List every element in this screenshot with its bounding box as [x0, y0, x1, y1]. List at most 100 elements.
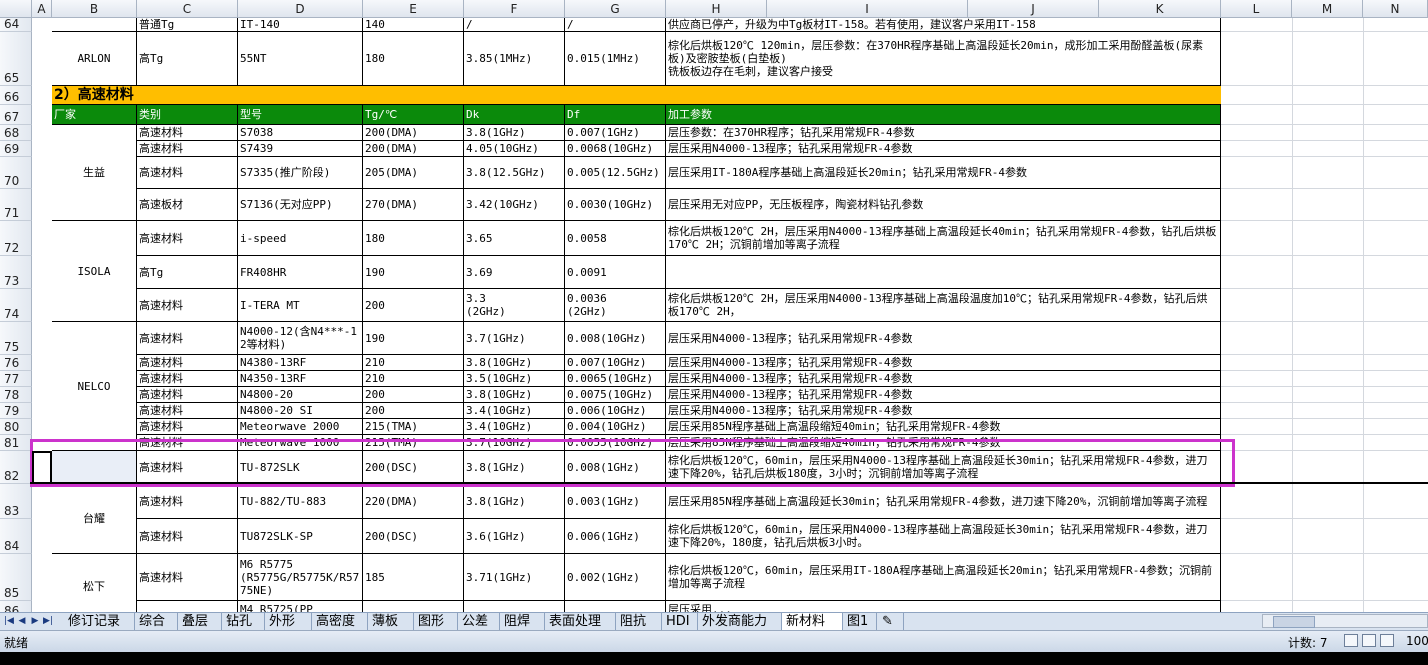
table-cell-tg[interactable]: 200(DMA) [363, 125, 464, 141]
table-cell-type[interactable]: 高Tg [137, 32, 238, 86]
header-cell-type[interactable]: 类别 [137, 105, 238, 125]
tab-nav-first-icon[interactable]: |◀ [3, 614, 15, 628]
table-cell-params[interactable]: 层压采用85N程序基础上高温段延长30min；钻孔采用常规FR-4参数，进刀速下… [666, 484, 1221, 519]
column-header[interactable]: F [464, 0, 565, 18]
table-cell-dk[interactable]: / [464, 18, 565, 32]
table-cell-tg[interactable]: 200 [363, 387, 464, 403]
row-header[interactable]: 78 [0, 387, 32, 403]
table-cell-params[interactable]: 棕化后烘板120℃ 2H，层压采用N4000-13程序基础上高温段延长40min… [666, 221, 1221, 256]
table-cell-model[interactable]: TU872SLK-SP [238, 519, 363, 554]
table-cell-model[interactable]: N4000-12(含N4***-12等材料) [238, 322, 363, 355]
table-cell-type[interactable]: 高速材料 [137, 387, 238, 403]
header-cell-tg[interactable]: Tg/℃ [363, 105, 464, 125]
table-cell-params[interactable]: 棕化后烘板120℃，60min，层压采用IT-180A程序基础上高温段延长20m… [666, 554, 1221, 601]
column-header[interactable]: G [565, 0, 666, 18]
table-cell-tg[interactable] [363, 601, 464, 612]
table-cell-df[interactable]: 0.007(1GHz) [565, 125, 666, 141]
table-cell-dk[interactable]: 3.7(10GHz) [464, 435, 565, 451]
column-header[interactable]: N [1363, 0, 1428, 18]
table-cell-type[interactable]: 高速材料 [137, 451, 238, 484]
table-cell-dk[interactable]: 3.8(10GHz) [464, 387, 565, 403]
sheet-tab[interactable]: 外形 [265, 613, 312, 630]
table-cell-df[interactable] [565, 601, 666, 612]
column-header[interactable]: D [238, 0, 363, 18]
table-cell-params[interactable]: 棕化后烘板120℃，60min，层压采用N4000-13程序基础上高温段延长30… [666, 451, 1221, 484]
sheet-tab[interactable]: 高密度 [312, 613, 368, 630]
table-cell-tg[interactable]: 190 [363, 256, 464, 289]
vendor-cell[interactable]: NELCO [52, 322, 137, 451]
active-cell[interactable] [32, 451, 52, 484]
vendor-cell[interactable]: 台耀 [52, 484, 137, 554]
table-cell-params[interactable]: 层压采用N4000-13程序；钻孔采用常规FR-4参数 [666, 355, 1221, 371]
table-cell-params[interactable]: 层压采用IT-180A程序基础上高温段延长20min；钻孔采用常规FR-4参数 [666, 157, 1221, 189]
table-cell-df[interactable]: 0.0055(10GHz) [565, 435, 666, 451]
sheet-tab[interactable]: 阻焊 [500, 613, 545, 630]
sheet-tab[interactable]: 图1 [843, 613, 877, 630]
table-cell-type[interactable]: 高速材料 [137, 157, 238, 189]
column-header[interactable]: K [1099, 0, 1221, 18]
table-cell-model[interactable]: N4350-13RF [238, 371, 363, 387]
row-header[interactable]: 83 [0, 484, 32, 519]
header-cell-params[interactable]: 加工参数 [666, 105, 1221, 125]
sheet-tab[interactable]: 综合 [135, 613, 178, 630]
table-cell-params[interactable]: 棕化后烘板120℃ 120min，层压参数：在370HR程序基础上高温段延长20… [666, 32, 1221, 86]
table-cell-type[interactable]: 高速材料 [137, 289, 238, 322]
table-cell-df[interactable]: 0.0036 (2GHz) [565, 289, 666, 322]
zoom-level-text[interactable]: 100 [1406, 634, 1428, 648]
row-header[interactable]: 69 [0, 141, 32, 157]
table-cell-model[interactable]: FR408HR [238, 256, 363, 289]
table-cell-type[interactable]: 高速材料 [137, 371, 238, 387]
row-header[interactable]: 80 [0, 419, 32, 435]
row-header[interactable]: 73 [0, 256, 32, 289]
table-cell-model[interactable]: 55NT [238, 32, 363, 86]
table-cell-tg[interactable]: 200(DMA) [363, 141, 464, 157]
row-header[interactable]: 71 [0, 189, 32, 221]
column-header[interactable]: J [968, 0, 1099, 18]
table-cell-df[interactable]: 0.003(1GHz) [565, 484, 666, 519]
header-cell-dk[interactable]: Dk [464, 105, 565, 125]
vendor-cell-blank[interactable] [52, 18, 137, 32]
section-title[interactable]: 2）高速材料 [52, 86, 1221, 105]
table-cell-tg[interactable]: 220(DMA) [363, 484, 464, 519]
table-cell-model[interactable]: N4800-20 SI [238, 403, 363, 419]
table-cell-dk[interactable]: 3.8(1GHz) [464, 484, 565, 519]
tab-nav-last-icon[interactable]: ▶| [42, 614, 54, 628]
table-cell-tg[interactable]: 210 [363, 371, 464, 387]
table-cell-tg[interactable]: 200 [363, 289, 464, 322]
scrollbar-thumb[interactable] [1273, 616, 1315, 628]
table-cell-df[interactable]: 0.006(10GHz) [565, 403, 666, 419]
table-cell-df[interactable]: 0.015(1MHz) [565, 32, 666, 86]
table-cell-params[interactable]: 棕化后烘板120℃，60min，层压采用N4000-13程序基础上高温段延长30… [666, 519, 1221, 554]
table-cell-dk[interactable] [464, 601, 565, 612]
row-header[interactable]: 75 [0, 322, 32, 355]
table-cell-type[interactable]: 普通Tg [137, 18, 238, 32]
table-cell-type[interactable]: 高速材料 [137, 419, 238, 435]
table-cell-df[interactable]: 0.006(1GHz) [565, 519, 666, 554]
table-cell-df[interactable]: 0.0065(10GHz) [565, 371, 666, 387]
table-cell-model[interactable]: i-speed [238, 221, 363, 256]
page-break-view-icon[interactable] [1380, 634, 1394, 647]
row-header[interactable]: 68 [0, 125, 32, 141]
column-header[interactable]: E [363, 0, 464, 18]
table-cell-params[interactable]: 供应商已停产，升级为中Tg板材IT-158。若有使用，建议客户采用IT-158 [666, 18, 1221, 32]
table-cell-model[interactable]: S7136(无对应PP) [238, 189, 363, 221]
sheet-tab[interactable]: 公差 [458, 613, 500, 630]
table-cell-model[interactable]: I-TERA MT [238, 289, 363, 322]
table-cell-dk[interactable]: 3.69 [464, 256, 565, 289]
table-cell-type[interactable]: 高速板材 [137, 189, 238, 221]
row-header[interactable]: 70 [0, 157, 32, 189]
vendor-cell-blank[interactable] [52, 451, 137, 484]
table-cell-model[interactable]: IT-140 [238, 18, 363, 32]
table-cell-params[interactable]: 层压采用85N程序基础上高温段缩短40min；钻孔采用常规FR-4参数 [666, 435, 1221, 451]
table-cell-params[interactable]: 层压参数：在370HR程序；钻孔采用常规FR-4参数 [666, 125, 1221, 141]
row-header[interactable]: 82 [0, 451, 32, 484]
table-cell-tg[interactable]: 180 [363, 32, 464, 86]
table-cell-params[interactable] [666, 256, 1221, 289]
table-cell-type[interactable]: 高速材料 [137, 355, 238, 371]
row-header[interactable]: 79 [0, 403, 32, 419]
vendor-cell[interactable]: 松下 [52, 554, 137, 612]
table-cell-model[interactable]: M4 R5725(PP [238, 601, 363, 612]
tab-nav-prev-icon[interactable]: ◀ [16, 614, 28, 628]
row-header[interactable]: 76 [0, 355, 32, 371]
column-header[interactable]: H [666, 0, 767, 18]
